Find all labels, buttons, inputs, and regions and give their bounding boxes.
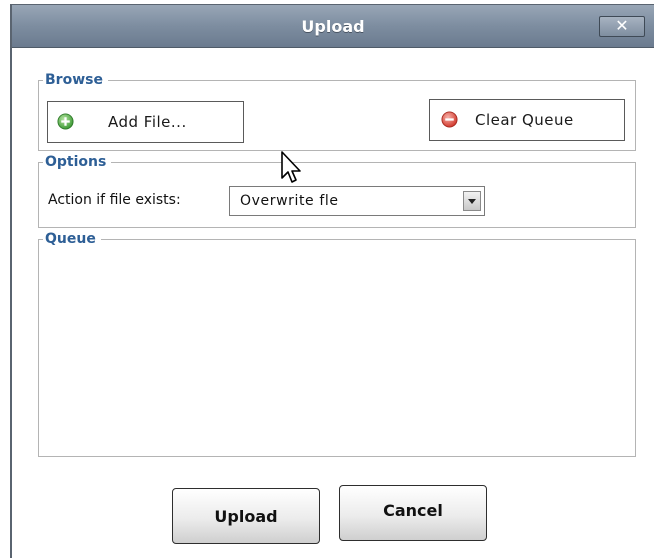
cancel-button[interactable]: Cancel: [339, 485, 487, 541]
chevron-down-icon[interactable]: [463, 191, 481, 211]
queue-fieldset: Queue: [38, 229, 636, 457]
action-if-exists-label: Action if file exists:: [48, 192, 181, 208]
add-file-button[interactable]: Add File...: [47, 101, 244, 143]
browse-legend: Browse: [43, 70, 108, 90]
add-file-label: Add File...: [108, 113, 187, 131]
action-if-exists-select[interactable]: Overwrite fle: [229, 186, 485, 216]
plus-circle-icon: [57, 113, 74, 130]
close-icon: ✕: [615, 16, 629, 35]
upload-button-label: Upload: [214, 507, 278, 526]
options-legend: Options: [43, 152, 112, 172]
clear-queue-button[interactable]: Clear Queue: [429, 99, 625, 141]
queue-legend: Queue: [43, 229, 101, 249]
upload-button[interactable]: Upload: [172, 488, 320, 544]
mouse-pointer-icon: [281, 151, 301, 183]
title-bar[interactable]: Upload ✕: [12, 5, 654, 48]
upload-dialog: Upload ✕ Browse Add File... Clear Queue …: [10, 4, 654, 558]
minus-circle-icon: [441, 111, 458, 128]
clear-queue-label: Clear Queue: [475, 111, 574, 129]
close-button[interactable]: ✕: [599, 16, 645, 37]
cancel-button-label: Cancel: [383, 501, 443, 520]
action-if-exists-value: Overwrite fle: [240, 193, 339, 209]
dialog-title: Upload: [301, 17, 365, 36]
